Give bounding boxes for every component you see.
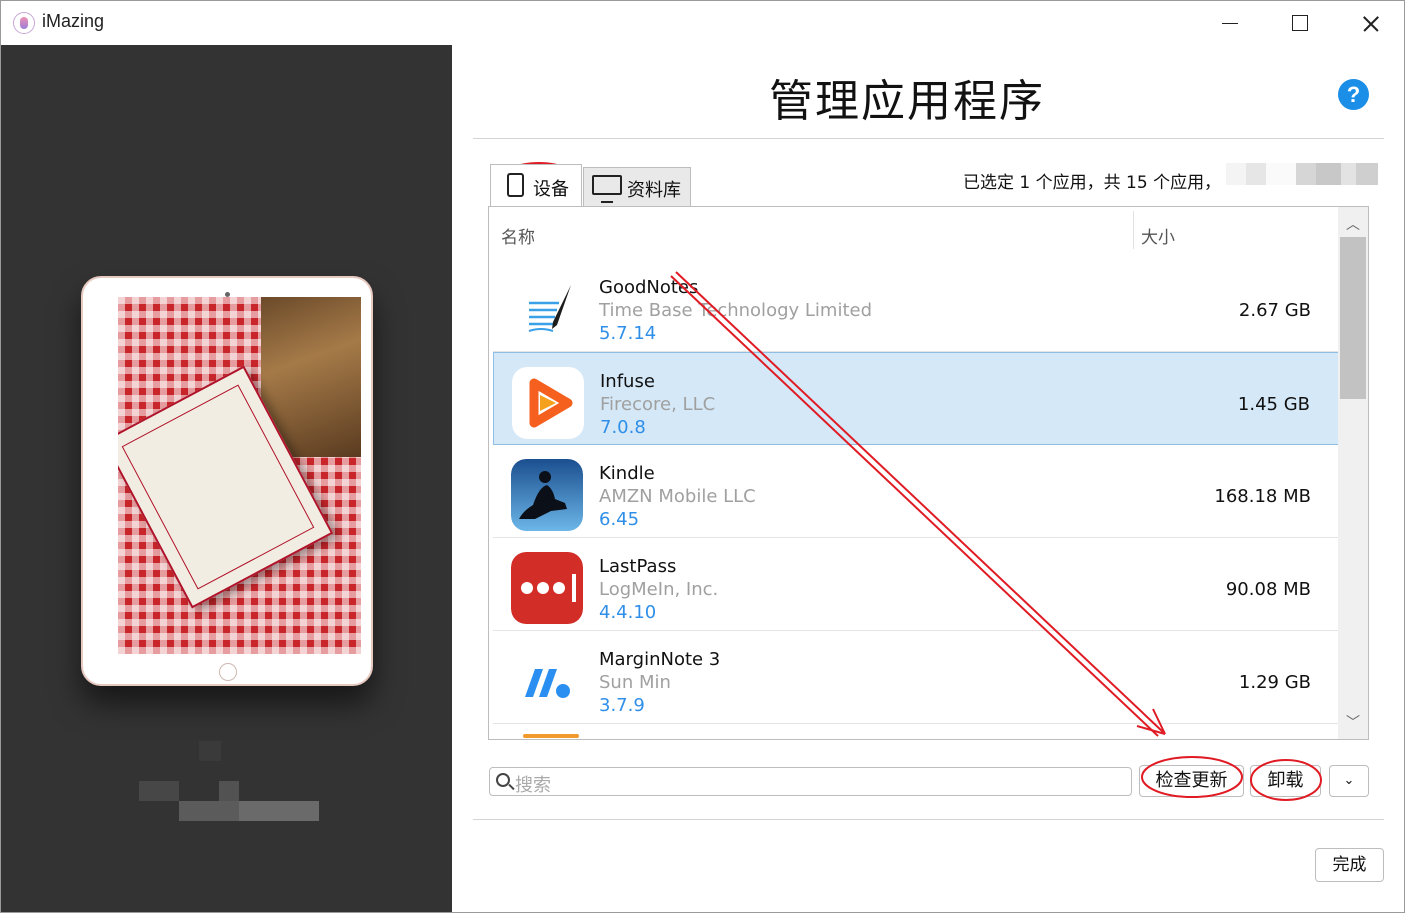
app-name: GoodNotes — [599, 277, 699, 298]
infuse-icon — [512, 367, 584, 439]
app-name: Infuse — [600, 371, 655, 392]
home-button-icon — [219, 663, 237, 681]
app-vendor: AMZN Mobile LLC — [599, 486, 756, 507]
ipad-device-image — [81, 276, 373, 686]
tablet-icon — [507, 173, 524, 197]
app-name: LastPass — [599, 556, 677, 577]
tab-library-label: 资料库 — [627, 180, 681, 201]
scroll-up-arrow-icon[interactable]: ︿ — [1338, 211, 1368, 239]
device-wallpaper — [118, 297, 361, 654]
app-vendor: Sun Min — [599, 672, 671, 693]
scroll-down-arrow-icon[interactable]: ﹀ — [1338, 709, 1368, 737]
tab-library[interactable]: 资料库 — [583, 167, 691, 206]
table-row[interactable]: Kindle AMZN Mobile LLC 6.45 168.18 MB — [493, 445, 1339, 538]
kindle-icon — [511, 459, 583, 531]
search-field[interactable]: 搜索 — [489, 767, 1132, 796]
imazing-window: iMazing 管理应用程序 ? 设备 资料库 已选定 1 个应用，共 15 个… — [0, 0, 1405, 913]
column-header-size[interactable]: 大小 — [1141, 223, 1175, 248]
tab-device[interactable]: 设备 — [490, 164, 582, 206]
close-button[interactable] — [1335, 1, 1404, 45]
table-row-selected[interactable]: Infuse Firecore, LLC 7.0.8 1.45 GB — [493, 352, 1339, 445]
app-vendor: LogMeIn, Inc. — [599, 579, 719, 600]
vertical-scrollbar[interactable]: ︿ ﹀ — [1338, 207, 1368, 739]
divider — [473, 138, 1384, 139]
app-version: 5.7.14 — [599, 323, 657, 344]
imazing-logo-icon — [13, 12, 35, 34]
done-button[interactable]: 完成 — [1315, 848, 1384, 882]
device-name-redacted — [139, 741, 319, 821]
app-size: 1.45 GB — [1237, 394, 1310, 415]
title-bar: iMazing — [1, 1, 1404, 45]
app-size: 1.29 GB — [1238, 672, 1311, 693]
app-vendor: Firecore, LLC — [600, 394, 716, 415]
window-title: iMazing — [42, 11, 105, 31]
search-placeholder: 搜索 — [515, 775, 551, 796]
more-options-button[interactable]: ⌄ — [1329, 765, 1369, 797]
app-size: 2.67 GB — [1238, 300, 1311, 321]
app-version: 7.0.8 — [600, 417, 646, 438]
minimize-button[interactable] — [1195, 1, 1265, 45]
check-updates-button[interactable]: 检查更新 — [1139, 765, 1244, 797]
app-version: 3.7.9 — [599, 695, 645, 716]
app-version: 6.45 — [599, 509, 640, 530]
app-table: 名称 大小 GoodNotes Time Base Technology Lim… — [488, 206, 1369, 740]
selection-summary: 已选定 1 个应用，共 15 个应用， — [963, 173, 1222, 193]
tab-device-label: 设备 — [533, 179, 569, 200]
column-header-name[interactable]: 名称 — [501, 223, 535, 248]
app-name: Kindle — [599, 463, 655, 484]
column-separator — [1133, 211, 1134, 249]
lastpass-icon — [511, 552, 583, 624]
storage-info-redacted — [1226, 163, 1378, 185]
help-icon[interactable]: ? — [1338, 79, 1369, 110]
maximize-button[interactable] — [1265, 1, 1335, 45]
marginnote-icon — [511, 645, 583, 717]
app-size: 168.18 MB — [1214, 486, 1311, 507]
app-version: 4.4.10 — [599, 602, 657, 623]
divider — [473, 819, 1384, 820]
monitor-icon — [592, 175, 622, 203]
uninstall-button[interactable]: 卸载 — [1250, 765, 1321, 797]
scroll-thumb[interactable] — [1340, 237, 1366, 399]
app-size: 90.08 MB — [1225, 579, 1311, 600]
app-list: GoodNotes Time Base Technology Limited 5… — [493, 259, 1339, 739]
device-panel — [1, 45, 452, 912]
page-title: 管理应用程序 — [769, 76, 1045, 127]
table-row-partial[interactable] — [493, 724, 1339, 739]
app-name: MarginNote 3 — [599, 649, 721, 670]
goodnotes-icon — [511, 273, 583, 345]
app-vendor: Time Base Technology Limited — [599, 300, 872, 321]
table-row[interactable]: LastPass LogMeIn, Inc. 4.4.10 90.08 MB — [493, 538, 1339, 631]
search-icon — [496, 773, 510, 787]
table-row[interactable]: MarginNote 3 Sun Min 3.7.9 1.29 GB — [493, 631, 1339, 724]
table-row[interactable]: GoodNotes Time Base Technology Limited 5… — [493, 259, 1339, 352]
next-app-icon-edge — [523, 734, 579, 738]
